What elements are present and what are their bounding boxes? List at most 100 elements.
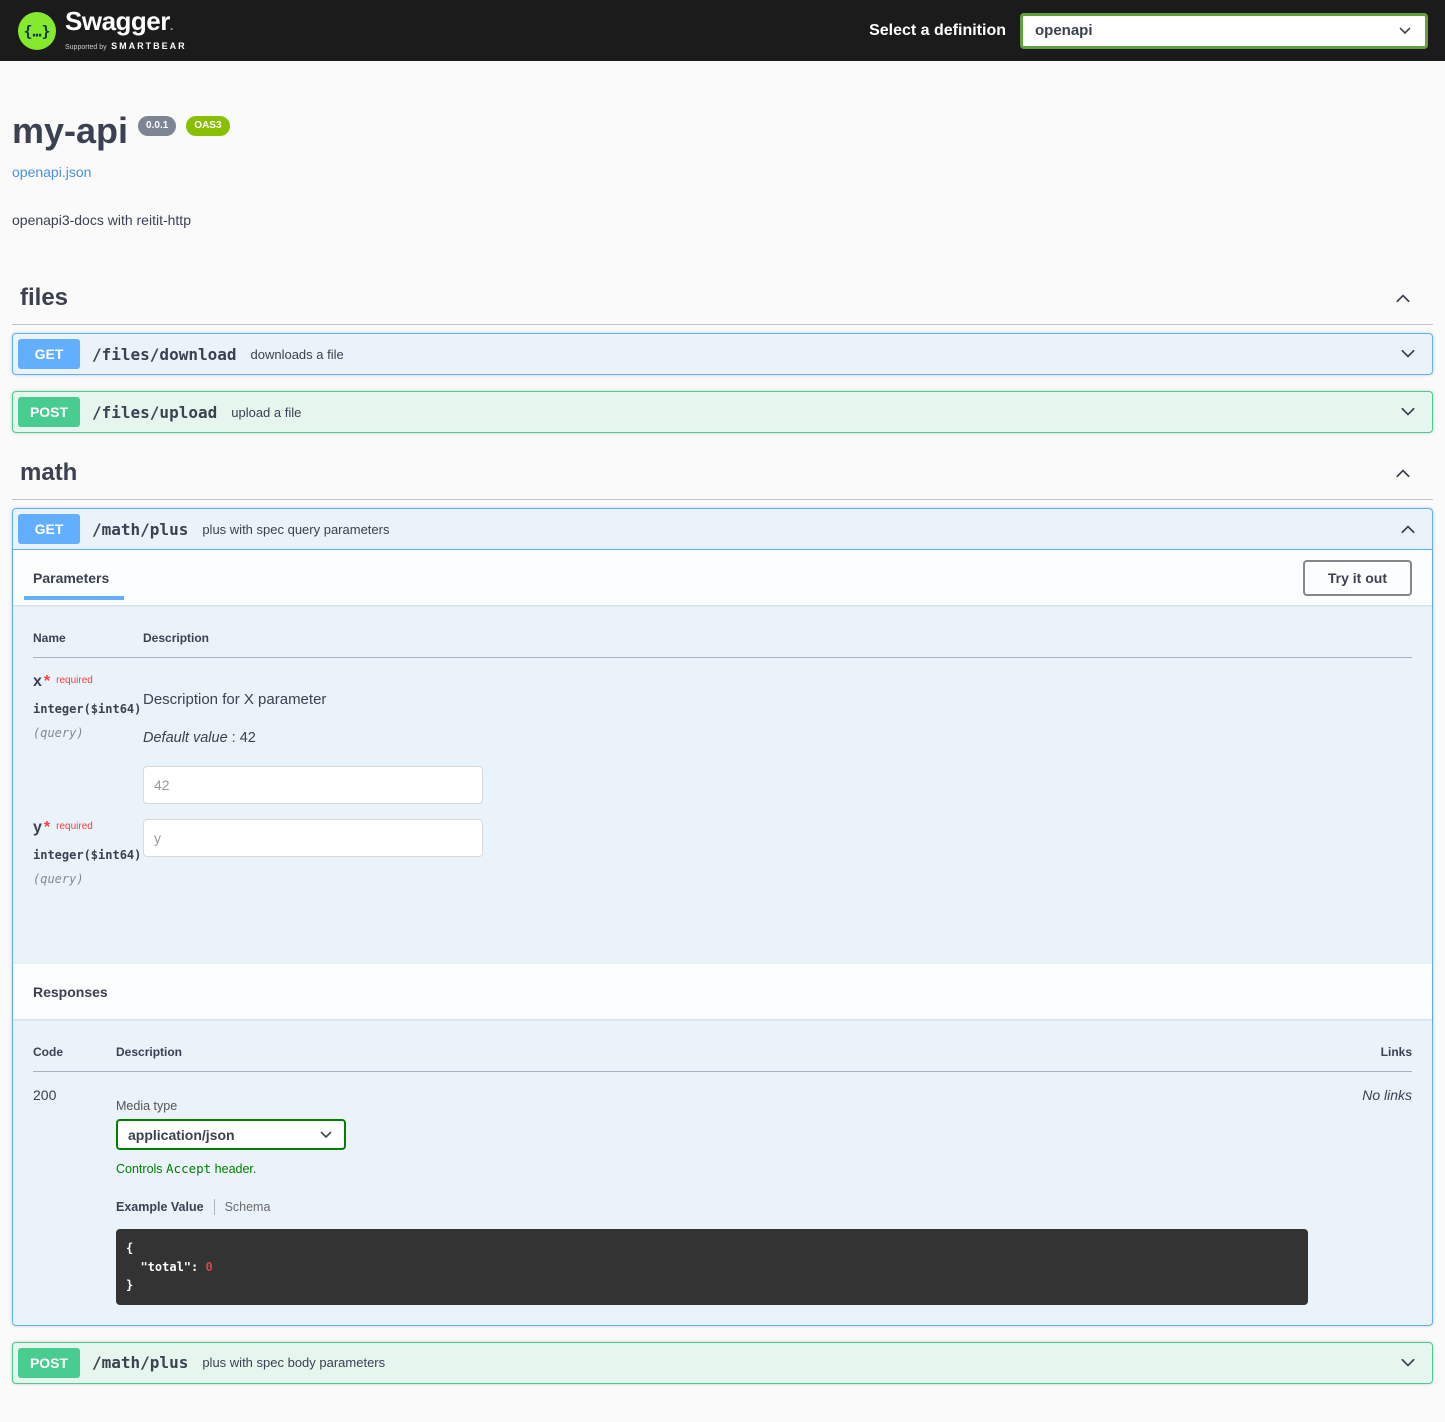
example-json-block: { "total": 0 }	[116, 1229, 1308, 1305]
collapse-tag-button[interactable]	[1393, 463, 1413, 483]
tabs-divider	[214, 1199, 215, 1215]
svg-text:{…}: {…}	[23, 22, 50, 40]
tag-section-files: files GET /files/download downloads a fi…	[12, 274, 1433, 433]
response-code-cell: 200	[33, 1072, 116, 1305]
response-status-code: 200	[33, 1087, 116, 1103]
param-name-cell: y* required integer($int64) (query)	[33, 804, 143, 886]
expand-operation-button[interactable]	[1389, 344, 1427, 364]
expand-operation-button[interactable]	[1389, 402, 1427, 422]
api-title-text: my-api	[12, 109, 128, 152]
spec-link[interactable]: openapi.json	[12, 164, 91, 180]
opblock-get-files-download: GET /files/download downloads a file	[12, 333, 1433, 375]
param-description: Description for X parameter	[143, 691, 1412, 708]
swagger-logo-mark: .	[170, 18, 173, 33]
version-badge: 0.0.1	[138, 116, 176, 136]
responses-container: Code Description Links 200 Media type	[13, 1019, 1432, 1325]
topbar: {…} Swagger. Supported by SMARTBEAR Sele…	[0, 0, 1445, 61]
response-links-cell: No links	[1322, 1072, 1412, 1305]
json-brace-open: {	[126, 1241, 133, 1255]
tag-header-files[interactable]: files	[12, 274, 1433, 325]
response-description-cell: Media type application/json Controls Acc…	[116, 1072, 1322, 1305]
param-location: (query)	[33, 872, 143, 886]
opblock-summary[interactable]: POST /files/upload upload a file	[13, 392, 1432, 432]
param-y-input[interactable]	[143, 819, 483, 857]
endpoint-summary: upload a file	[231, 405, 301, 420]
responses-table: Code Description Links 200 Media type	[33, 1035, 1412, 1305]
accept-note-suffix: header.	[211, 1162, 256, 1176]
api-description: openapi3-docs with reitit-http	[12, 212, 1433, 228]
param-x-input[interactable]	[143, 766, 483, 804]
param-location: (query)	[33, 726, 143, 740]
responses-title: Responses	[33, 984, 108, 1000]
responses-links-header: Links	[1322, 1035, 1412, 1072]
chevron-up-icon	[1393, 463, 1413, 483]
swagger-logo-text: Swagger	[65, 6, 170, 36]
collapse-operation-button[interactable]	[1389, 519, 1427, 539]
expand-operation-button[interactable]	[1389, 1353, 1427, 1373]
endpoint-path: /math/plus	[92, 1353, 188, 1372]
chevron-up-icon	[1393, 288, 1413, 308]
parameters-container: Name Description x*required integer($int…	[13, 605, 1432, 964]
media-type-select-value: application/json	[128, 1127, 235, 1143]
endpoint-path: /files/upload	[92, 403, 217, 422]
opblock-summary[interactable]: POST /math/plus plus with spec body para…	[13, 1343, 1432, 1383]
smartbear-attribution: Supported by SMARTBEAR	[65, 37, 187, 53]
required-label: required	[56, 675, 93, 686]
chevron-up-icon	[1398, 519, 1418, 539]
tab-example-value[interactable]: Example Value	[116, 1200, 204, 1214]
parameters-section-header: Parameters Try it out	[13, 550, 1432, 605]
required-label: required	[56, 821, 93, 832]
swagger-ui-main: my-api 0.0.1 OAS3 openapi.json openapi3-…	[0, 109, 1445, 1422]
tag-section-math: math GET /math/plus plus with spec query…	[12, 449, 1433, 1384]
oas3-badge: OAS3	[186, 116, 229, 136]
required-asterisk: *	[44, 673, 50, 690]
param-type: integer($int64)	[33, 702, 143, 716]
definition-select-value: openapi	[1035, 22, 1093, 39]
responses-code-header: Code	[33, 1035, 116, 1072]
accept-note-header-name: Accept	[166, 1161, 211, 1176]
swagger-logo-text-block: Swagger. Supported by SMARTBEAR	[65, 8, 187, 53]
param-description-cell: Description for X parameter Default valu…	[143, 658, 1412, 805]
required-asterisk: *	[44, 819, 50, 836]
endpoint-path: /files/download	[92, 345, 237, 364]
parameters-description-header: Description	[143, 621, 1412, 658]
smartbear-text: SMARTBEAR	[111, 41, 187, 51]
tag-name-files: files	[20, 284, 68, 312]
chevron-down-icon	[1397, 23, 1413, 39]
tag-header-math[interactable]: math	[12, 449, 1433, 500]
tab-schema[interactable]: Schema	[225, 1200, 271, 1214]
param-name: y	[33, 819, 42, 836]
param-name: x	[33, 673, 42, 690]
chevron-down-icon	[1398, 1353, 1418, 1373]
json-number-value: 0	[205, 1260, 212, 1274]
default-value-text: : 42	[228, 730, 256, 746]
endpoint-path: /math/plus	[92, 520, 188, 539]
media-type-label: Media type	[116, 1099, 1322, 1113]
opblock-summary[interactable]: GET /math/plus plus with spec query para…	[13, 509, 1432, 550]
media-type-select[interactable]: application/json	[116, 1119, 346, 1150]
param-description-cell	[143, 804, 1412, 886]
responses-description-header: Description	[116, 1035, 1322, 1072]
param-row-y: y* required integer($int64) (query)	[33, 804, 1412, 886]
tag-name-math: math	[20, 459, 77, 487]
param-type: integer($int64)	[33, 848, 143, 862]
definition-select[interactable]: openapi	[1020, 13, 1428, 49]
default-value-label: Default value	[143, 730, 228, 746]
endpoint-summary: plus with spec body parameters	[202, 1355, 385, 1370]
method-badge: POST	[18, 1348, 80, 1378]
tab-parameters[interactable]: Parameters	[33, 570, 109, 586]
method-badge: POST	[18, 397, 80, 427]
param-name-cell: x* required integer($int64) (query)	[33, 658, 143, 805]
response-row-200: 200 Media type application/json Controls…	[33, 1072, 1412, 1305]
collapse-tag-button[interactable]	[1393, 288, 1413, 308]
try-it-out-button[interactable]: Try it out	[1303, 560, 1412, 596]
swagger-logo[interactable]: {…} Swagger. Supported by SMARTBEAR	[17, 8, 187, 53]
param-row-x: x* required integer($int64) (query) Descr…	[33, 658, 1412, 805]
swagger-logo-icon: {…}	[17, 11, 57, 51]
opblock-summary[interactable]: GET /files/download downloads a file	[13, 334, 1432, 374]
json-brace-close: }	[126, 1278, 133, 1292]
method-badge: GET	[18, 339, 80, 369]
accept-note-prefix: Controls	[116, 1162, 166, 1176]
no-links-text: No links	[1322, 1087, 1412, 1103]
endpoint-summary: plus with spec query parameters	[202, 522, 389, 537]
